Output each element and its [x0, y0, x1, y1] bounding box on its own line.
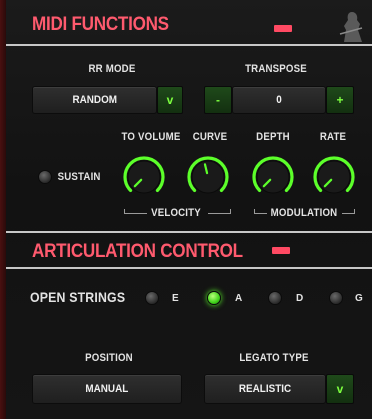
open-string-g-radio[interactable]: [329, 291, 343, 305]
to-volume-knob[interactable]: [121, 154, 167, 200]
instrument-panel: MIDI FUNCTIONS RR MODE RANDOM v TRANSPOS…: [0, 0, 372, 419]
minus-icon: -: [216, 93, 220, 107]
midi-divider: [6, 44, 372, 46]
knob-body: [191, 160, 225, 194]
open-string-a-label: A: [235, 293, 243, 304]
to-volume-label: TO VOLUME: [121, 131, 181, 143]
articulation-divider: [6, 267, 372, 269]
transpose-value: 0: [276, 94, 282, 106]
rr-mode-dropdown-button[interactable]: v: [157, 86, 183, 114]
open-string-e-radio[interactable]: [145, 291, 159, 305]
knob-body: [317, 160, 351, 194]
open-string-d-label: D: [296, 293, 304, 304]
modulation-bracket-left: [254, 209, 267, 214]
sustain-label: SUSTAIN: [57, 171, 101, 183]
legato-type-value: REALISTIC: [238, 383, 292, 395]
position-value: MANUAL: [85, 383, 129, 395]
transpose-minus-button[interactable]: -: [204, 86, 232, 114]
transpose-field[interactable]: 0: [232, 86, 326, 114]
depth-knob[interactable]: [250, 154, 296, 200]
position-label: POSITION: [85, 352, 133, 364]
position-select[interactable]: MANUAL: [32, 374, 182, 404]
legato-type-select[interactable]: REALISTIC: [204, 374, 326, 404]
chevron-down-icon: v: [166, 93, 174, 107]
open-string-g-label: G: [355, 293, 363, 304]
knob-body: [127, 160, 161, 194]
modulation-label: MODULATION: [270, 207, 338, 219]
rr-mode-select[interactable]: RANDOM: [32, 86, 157, 114]
rate-knob[interactable]: [311, 154, 357, 200]
transpose-plus-button[interactable]: +: [326, 86, 354, 114]
curve-knob[interactable]: [185, 154, 231, 200]
modulation-bracket-right: [342, 209, 355, 214]
open-strings-label: OPEN STRINGS: [30, 289, 126, 305]
left-rail: [0, 0, 6, 419]
instrument-figure-icon: [339, 12, 363, 42]
legato-type-dropdown-button[interactable]: v: [326, 374, 354, 404]
knob-body: [256, 160, 290, 194]
sustain-toggle[interactable]: [38, 170, 52, 184]
articulation-top-divider: [6, 231, 372, 233]
depth-label: DEPTH: [256, 131, 290, 143]
velocity-label: VELOCITY: [151, 207, 201, 219]
rr-mode-value: RANDOM: [72, 94, 117, 106]
rate-label: RATE: [319, 131, 347, 143]
midi-collapse-button[interactable]: [274, 25, 292, 32]
midi-functions-title: MIDI FUNCTIONS: [32, 14, 169, 35]
velocity-bracket-left: [124, 209, 147, 214]
plus-icon: +: [336, 93, 344, 107]
rr-mode-label: RR MODE: [88, 63, 136, 75]
curve-label: CURVE: [192, 131, 228, 143]
open-string-a-radio[interactable]: [207, 291, 221, 305]
chevron-down-icon: v: [336, 382, 344, 396]
transpose-label: TRANSPOSE: [245, 63, 307, 75]
articulation-collapse-button[interactable]: [272, 247, 290, 254]
open-string-d-radio[interactable]: [268, 291, 282, 305]
velocity-bracket-right: [208, 209, 231, 214]
open-string-e-label: E: [172, 293, 179, 304]
legato-type-label: LEGATO TYPE: [239, 352, 309, 364]
articulation-control-title: ARTICULATION CONTROL: [32, 241, 243, 262]
